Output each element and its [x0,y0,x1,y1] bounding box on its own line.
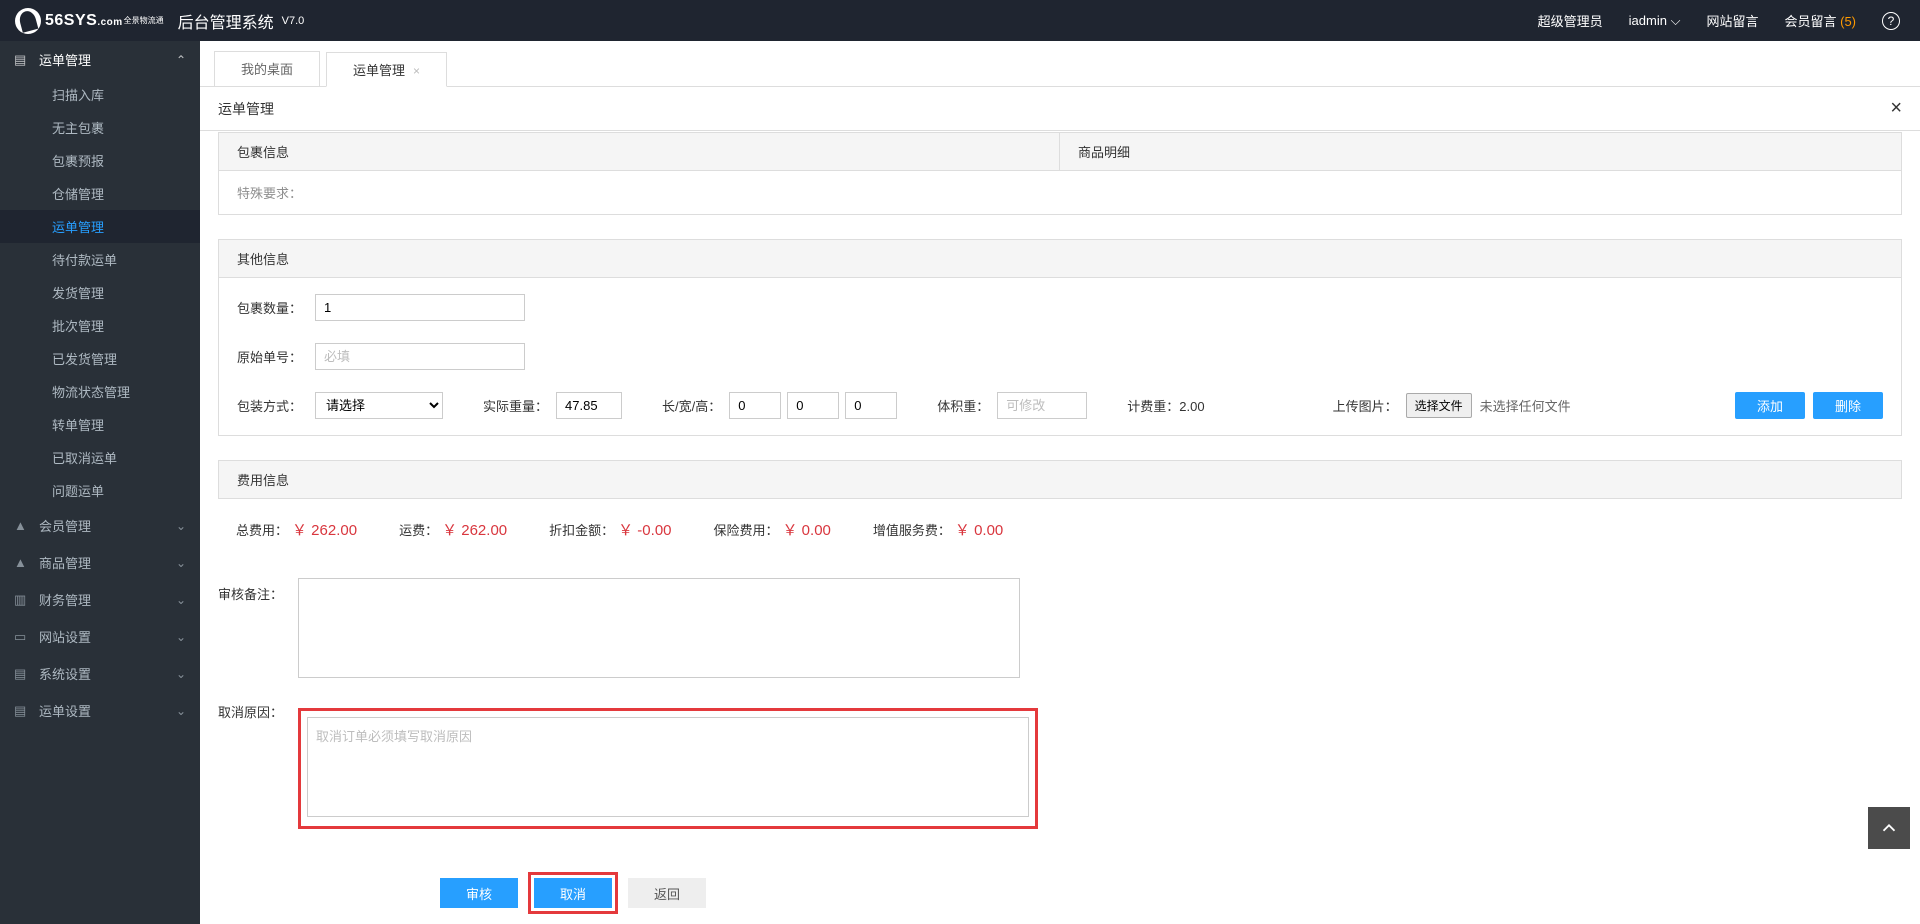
pack-type-label: 包装方式： [237,396,315,415]
cancel-reason-textarea[interactable] [307,717,1029,817]
cancel-reason-label: 取消原因： [218,696,298,829]
section-tabs: 包裹信息 商品明细 [218,132,1902,171]
sidebar-item-transfer[interactable]: 转单管理 [0,408,200,441]
tab-package-info[interactable]: 包裹信息 [219,133,1060,170]
pkg-count-label: 包裹数量： [237,298,315,317]
special-requirements: 特殊要求： [218,171,1902,215]
tab-goods-detail[interactable]: 商品明细 [1060,133,1901,170]
fee-line: 总费用：￥ 262.00 运费：￥ 262.00 折扣金额：￥ -0.00 保险… [218,499,1902,560]
sidebar-group-finance[interactable]: ▥财务管理⌄ [0,581,200,618]
scroll-top-button[interactable] [1868,807,1910,849]
app-title: 后台管理系统 [178,9,274,33]
orig-no-input[interactable] [315,343,525,370]
sidebar-item-logistics[interactable]: 物流状态管理 [0,375,200,408]
sidebar-item-ownerless[interactable]: 无主包裹 [0,111,200,144]
user-dropdown[interactable]: iadmin ⌵ [1629,13,1681,29]
pkg-count-input[interactable] [315,294,525,321]
sidebar-item-problem[interactable]: 问题运单 [0,474,200,507]
close-icon[interactable]: × [413,64,420,78]
chevron-down-icon: ⌄ [176,593,186,607]
sidebar-group-waybill-settings[interactable]: ▤运单设置⌄ [0,692,200,729]
page-heading: 运单管理 × [200,86,1920,131]
sidebar: ▤ 运单管理 ⌃ 扫描入库 无主包裹 包裹预报 仓储管理 运单管理 待付款运单 … [0,41,200,924]
review-note-label: 审核备注： [218,578,298,678]
cancel-reason-highlight [298,708,1038,829]
lwh-label: 长/宽/高： [662,396,721,415]
chevron-up-icon: ⌃ [176,53,186,67]
content-area: 我的桌面 运单管理× 运单管理 × 包裹信息 商品明细 特殊要求： 其他信息 包… [200,41,1920,924]
real-weight-input[interactable] [556,392,622,419]
cancel-button-highlight: 取消 [528,872,618,914]
sidebar-group-site[interactable]: ▭网站设置⌄ [0,618,200,655]
sidebar-item-forecast[interactable]: 包裹预报 [0,144,200,177]
delete-button[interactable]: 删除 [1813,392,1883,419]
chevron-down-icon: ⌵ [1671,13,1681,28]
fee-info-head: 费用信息 [218,460,1902,499]
chevron-down-icon: ⌄ [176,519,186,533]
help-icon[interactable]: ? [1882,12,1900,30]
charge-weight-label: 计费重：2.00 [1127,396,1204,415]
sidebar-group-member[interactable]: ▲会员管理⌄ [0,507,200,544]
page-title: 运单管理 [218,99,274,119]
vol-weight-input[interactable] [997,392,1087,419]
sidebar-item-cancelled[interactable]: 已取消运单 [0,441,200,474]
chevron-down-icon: ⌄ [176,556,186,570]
app-version: V7.0 [282,15,305,27]
sidebar-group-system[interactable]: ▤系统设置⌄ [0,655,200,692]
real-weight-label: 实际重量： [483,396,548,415]
upload-label: 上传图片： [1333,396,1398,415]
height-input[interactable] [845,392,897,419]
user-icon: ▲ [14,555,29,570]
site-icon: ▭ [14,629,29,644]
chevron-down-icon: ⌄ [176,630,186,644]
finance-icon: ▥ [14,592,29,607]
width-input[interactable] [787,392,839,419]
sidebar-submenu: 扫描入库 无主包裹 包裹预报 仓储管理 运单管理 待付款运单 发货管理 批次管理… [0,78,200,507]
sidebar-item-batch[interactable]: 批次管理 [0,309,200,342]
pack-type-select[interactable]: 请选择 [315,392,443,419]
user-icon: ▲ [14,518,29,533]
vol-weight-label: 体积重： [937,396,989,415]
bottom-buttons: 审核 取消 返回 [440,872,706,914]
orig-no-label: 原始单号： [237,347,315,366]
brand-text: 56SYS.com [45,12,123,30]
system-icon: ▤ [14,666,29,681]
chevron-down-icon: ⌄ [176,704,186,718]
logo: 56SYS.com 全景物流通 [15,8,164,34]
logo-globe-icon [15,8,41,34]
choose-file-button[interactable]: 选择文件 [1406,393,1472,418]
sidebar-item-waybill[interactable]: 运单管理 [0,210,200,243]
sidebar-group-goods[interactable]: ▲商品管理⌄ [0,544,200,581]
chevron-up-icon [1878,817,1900,839]
site-message-link[interactable]: 网站留言 [1706,11,1758,30]
review-note-textarea[interactable] [298,578,1020,678]
page-tabs: 我的桌面 运单管理× [200,41,1920,86]
tab-desktop[interactable]: 我的桌面 [214,51,320,86]
sidebar-item-scan[interactable]: 扫描入库 [0,78,200,111]
no-file-label: 未选择任何文件 [1480,396,1571,415]
role-label: 超级管理员 [1538,11,1603,30]
sidebar-item-storage[interactable]: 仓储管理 [0,177,200,210]
sidebar-item-shipping[interactable]: 发货管理 [0,276,200,309]
member-message-link[interactable]: 会员留言 (5) [1784,11,1856,30]
brand-tag: 全景物流通 [124,15,164,26]
sidebar-item-pending[interactable]: 待付款运单 [0,243,200,276]
close-panel-icon[interactable]: × [1890,97,1902,120]
chevron-down-icon: ⌄ [176,667,186,681]
review-button[interactable]: 审核 [440,878,518,908]
top-bar: 56SYS.com 全景物流通 后台管理系统 V7.0 超级管理员 iadmin… [0,0,1920,41]
doc-icon: ▤ [14,703,29,718]
other-info-head: 其他信息 [218,239,1902,278]
sidebar-item-shipped[interactable]: 已发货管理 [0,342,200,375]
doc-icon: ▤ [14,52,29,67]
back-button[interactable]: 返回 [628,878,706,908]
add-button[interactable]: 添加 [1735,392,1805,419]
cancel-button[interactable]: 取消 [534,878,612,908]
tab-waybill[interactable]: 运单管理× [326,52,447,87]
sidebar-group-waybill[interactable]: ▤ 运单管理 ⌃ [0,41,200,78]
length-input[interactable] [729,392,781,419]
